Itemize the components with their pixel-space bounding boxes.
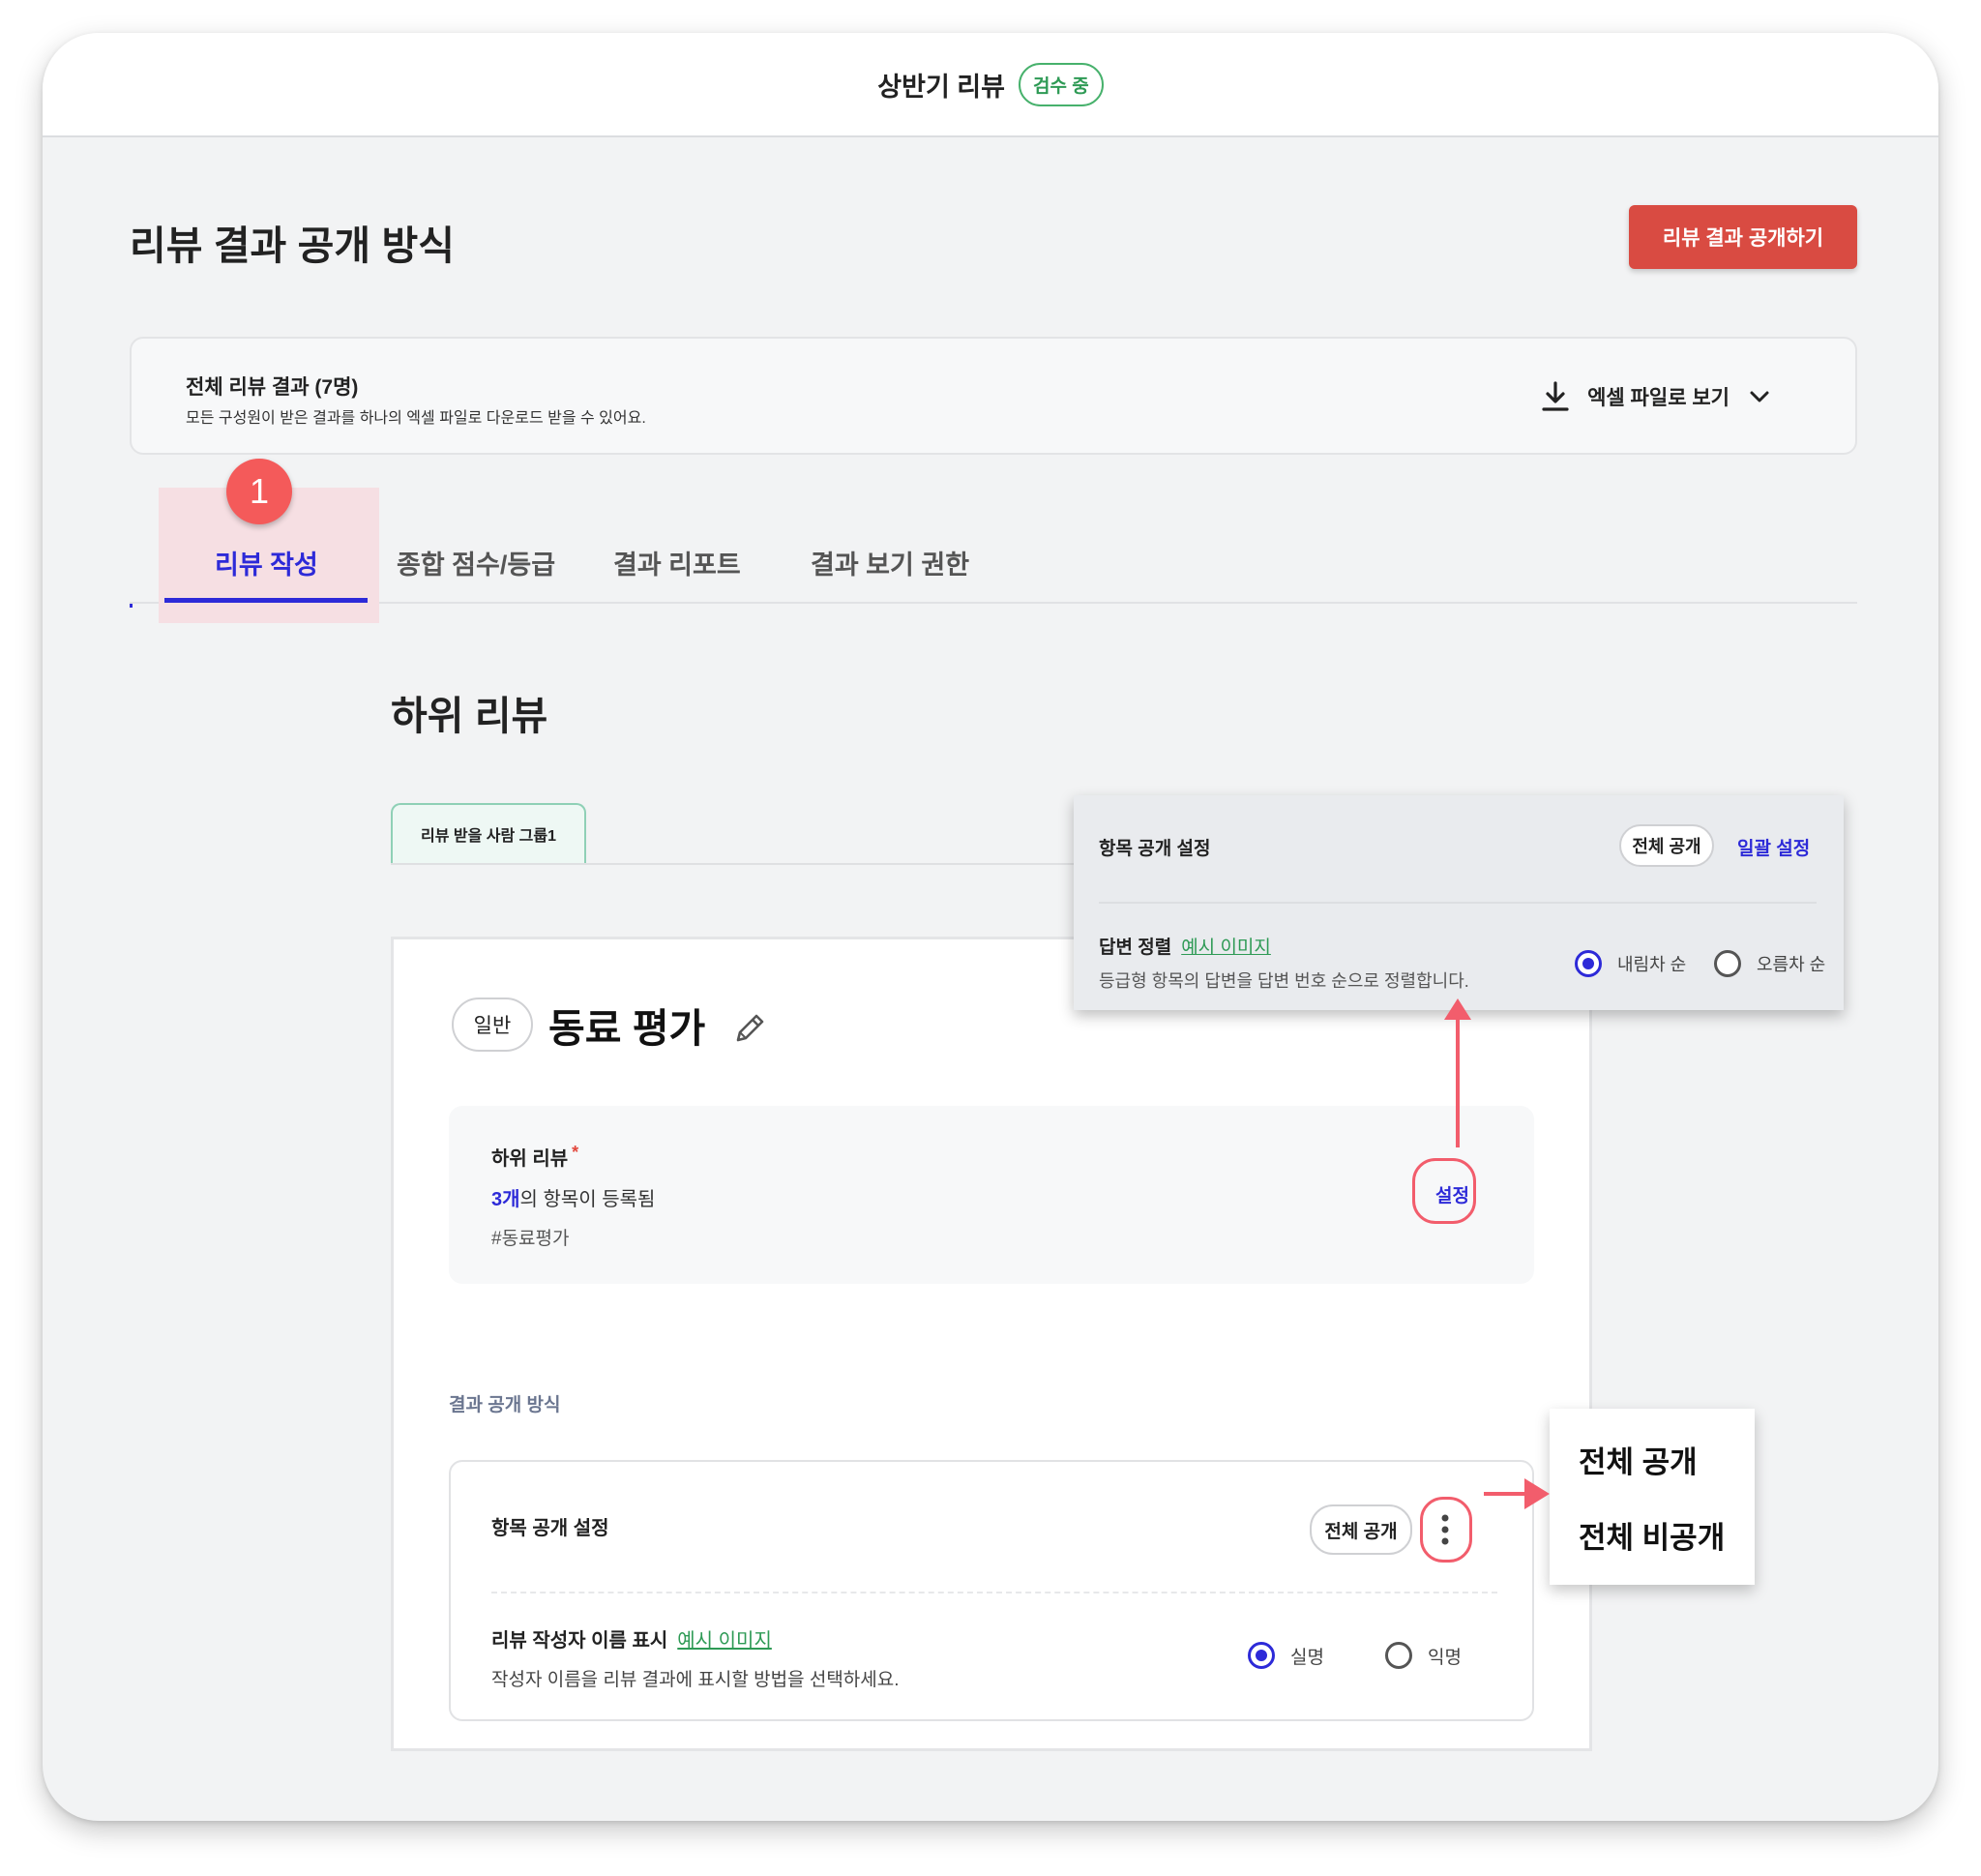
tab-result-permission[interactable]: 결과 보기 권한 bbox=[811, 544, 969, 581]
example-image-link[interactable]: 예시 이미지 bbox=[677, 1630, 772, 1652]
app-window: 상반기 리뷰 검수 중 리뷰 결과 공개 방식 리뷰 결과 공개하기 전체 리뷰… bbox=[43, 33, 1938, 1821]
menu-item-show-all[interactable]: 전체 공개 bbox=[1579, 1438, 1698, 1481]
popover-state-pill: 전체 공개 bbox=[1619, 824, 1714, 867]
result-method-label: 결과 공개 방식 bbox=[449, 1395, 561, 1415]
page-title: 리뷰 결과 공개 방식 bbox=[130, 223, 455, 268]
review-type-pill: 일반 bbox=[452, 998, 533, 1052]
excel-download-label: 엑셀 파일로 보기 bbox=[1587, 387, 1730, 409]
visibility-settings-box: 항목 공개 설정 전체 공개 리뷰 작성자 이름 표시 예시 이미지 작성자 이름… bbox=[449, 1460, 1534, 1721]
settings-link[interactable]: 설정 bbox=[1435, 1181, 1469, 1207]
tab-result-report[interactable]: 결과 리포트 bbox=[613, 544, 741, 581]
tab-review-write[interactable]: 리뷰 작성 bbox=[215, 544, 318, 581]
visibility-title: 항목 공개 설정 bbox=[491, 1518, 609, 1539]
tab-bar: 리뷰 작성 종합 점수/등급 결과 리포트 결과 보기 권한 bbox=[130, 488, 1857, 623]
top-bar: 상반기 리뷰 검수 중 bbox=[43, 33, 1938, 137]
item-settings-popover: 항목 공개 설정 전체 공개 일괄 설정 답변 정렬 예시 이미지 등급형 항목의… bbox=[1074, 795, 1844, 1010]
visibility-dropdown-menu: 전체 공개 전체 비공개 bbox=[1550, 1409, 1755, 1585]
section-title: 하위 리뷰 bbox=[391, 694, 548, 738]
review-card: 일반 동료 평가 하위 리뷰 * 3개의 항목이 등록됨 #동료평가 설정 결과 … bbox=[391, 937, 1592, 1751]
more-options-icon[interactable] bbox=[1441, 1501, 1449, 1563]
review-title: 상반기 리뷰 bbox=[877, 72, 1005, 102]
name-display-description: 작성자 이름을 리뷰 결과에 표시할 방법을 선택하세요. bbox=[491, 1670, 900, 1690]
radio-descending[interactable]: 내림차 순 bbox=[1575, 950, 1686, 977]
settings-divider bbox=[491, 1592, 1497, 1593]
answer-sort-description: 등급형 항목의 답변을 답변 번호 순으로 정렬합니다. bbox=[1099, 971, 1469, 991]
active-tab-indicator bbox=[164, 598, 368, 603]
summary-panel: 전체 리뷰 결과 (7명) 모든 구성원이 받은 결과를 하나의 엑셀 파일로 … bbox=[130, 337, 1857, 455]
publish-results-button[interactable]: 리뷰 결과 공개하기 bbox=[1629, 205, 1857, 269]
excel-download-button[interactable]: 엑셀 파일로 보기 bbox=[1541, 381, 1772, 412]
radio-anonymous[interactable]: 익명 bbox=[1385, 1642, 1462, 1669]
bulk-settings-link[interactable]: 일괄 설정 bbox=[1737, 834, 1810, 860]
summary-title: 전체 리뷰 결과 (7명) bbox=[186, 376, 359, 399]
item-count-value: 3개 bbox=[491, 1189, 520, 1210]
edit-pencil-icon[interactable] bbox=[730, 1009, 769, 1053]
menu-item-hide-all[interactable]: 전체 비공개 bbox=[1579, 1513, 1725, 1557]
radio-unselected-icon bbox=[1385, 1642, 1412, 1669]
popover-title: 항목 공개 설정 bbox=[1099, 839, 1211, 859]
popover-divider bbox=[1099, 902, 1817, 904]
group-tab[interactable]: 리뷰 받을 사람 그룹1 bbox=[391, 803, 586, 863]
radio-real-name[interactable]: 실명 bbox=[1248, 1642, 1324, 1669]
radio-selected-icon bbox=[1575, 950, 1602, 977]
chevron-down-icon[interactable] bbox=[1747, 384, 1772, 409]
tab-edge-mark bbox=[130, 604, 133, 608]
item-tag: #동료평가 bbox=[491, 1229, 570, 1249]
item-title: 하위 리뷰 * bbox=[491, 1143, 579, 1170]
group-tab-divider bbox=[391, 863, 1155, 865]
name-display-title: 리뷰 작성자 이름 표시 예시 이미지 bbox=[491, 1630, 772, 1652]
radio-unselected-icon bbox=[1714, 950, 1741, 977]
radio-ascending[interactable]: 오름차 순 bbox=[1714, 950, 1825, 977]
download-icon bbox=[1541, 381, 1570, 412]
answer-sort-title: 답변 정렬 예시 이미지 bbox=[1099, 938, 1271, 958]
item-count: 3개의 항목이 등록됨 bbox=[491, 1189, 656, 1210]
radio-selected-icon bbox=[1248, 1642, 1275, 1669]
visibility-state-pill: 전체 공개 bbox=[1310, 1504, 1412, 1555]
required-mark: * bbox=[572, 1143, 579, 1162]
tab-total-score[interactable]: 종합 점수/등급 bbox=[397, 544, 555, 581]
step-number-badge: 1 bbox=[226, 459, 292, 524]
summary-description: 모든 구성원이 받은 결과를 하나의 엑셀 파일로 다운로드 받을 수 있어요. bbox=[186, 410, 646, 427]
popover-example-image-link[interactable]: 예시 이미지 bbox=[1181, 938, 1271, 958]
card-title: 동료 평가 bbox=[548, 1006, 706, 1051]
review-item-box: 하위 리뷰 * 3개의 항목이 등록됨 #동료평가 설정 bbox=[449, 1106, 1534, 1284]
status-badge: 검수 중 bbox=[1018, 62, 1104, 106]
